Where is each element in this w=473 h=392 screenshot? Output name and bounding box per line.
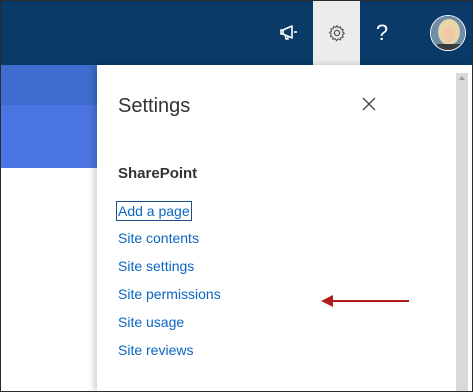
- page-header-band: [1, 65, 97, 105]
- gear-icon: [328, 24, 345, 42]
- megaphone-icon: [280, 25, 297, 40]
- settings-panel: Settings SharePoint Add a page Site cont…: [97, 65, 472, 391]
- close-icon: [362, 97, 376, 111]
- annotation-arrow: [321, 295, 409, 307]
- account-button[interactable]: [424, 1, 472, 65]
- suite-bar: ?: [1, 1, 472, 65]
- help-button[interactable]: ?: [360, 1, 404, 65]
- section-heading-sharepoint: SharePoint: [118, 165, 198, 182]
- avatar: [430, 15, 466, 51]
- settings-button[interactable]: [313, 1, 360, 65]
- site-usage-link[interactable]: Site usage: [118, 313, 184, 331]
- add-page-link[interactable]: Add a page: [116, 201, 192, 221]
- site-reviews-link[interactable]: Site reviews: [118, 341, 193, 359]
- panel-title: Settings: [118, 95, 191, 117]
- feedback-button[interactable]: [268, 1, 312, 65]
- scroll-up-arrow-icon[interactable]: [456, 73, 468, 83]
- screenshot-frame: ? Settings SharePoint Add a page Site co…: [0, 0, 473, 392]
- site-contents-link[interactable]: Site contents: [118, 229, 199, 247]
- page-background: [1, 65, 97, 391]
- site-permissions-link[interactable]: Site permissions: [118, 285, 221, 303]
- panel-scrollbar[interactable]: [456, 73, 468, 391]
- site-settings-link[interactable]: Site settings: [118, 257, 194, 275]
- help-icon: ?: [375, 20, 389, 45]
- close-button[interactable]: [356, 91, 382, 117]
- page-hero-band: [1, 105, 97, 168]
